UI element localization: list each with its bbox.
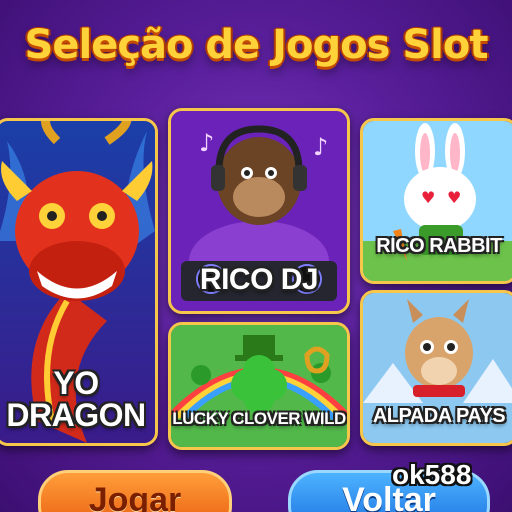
svg-text:♪: ♪ <box>313 133 328 161</box>
svg-text:♪: ♪ <box>199 129 214 157</box>
game-label-line: RICO DJ <box>199 263 319 296</box>
game-card-rico-rabbit[interactable]: ♥ ♥ RICO RABBIT <box>360 118 512 284</box>
game-label: RICO RABBIT <box>363 235 512 258</box>
game-label-line: LUCKY CLOVER WILD <box>172 409 346 428</box>
watermark: ok588 <box>392 459 472 490</box>
game-label: LUCKY CLOVER WILD <box>171 409 347 429</box>
svg-text:♥: ♥ <box>447 188 461 207</box>
game-label: RICO DJ <box>171 263 347 297</box>
game-card-alpada-pays[interactable]: ALPADA PAYS <box>360 290 512 446</box>
game-card-lucky-clover-wild[interactable]: LUCKY CLOVER WILD <box>168 322 350 450</box>
game-label: YO DRAGON <box>0 367 155 431</box>
page-title: Seleção de Jogos Slot <box>24 22 489 68</box>
game-card-rico-dj[interactable]: ♪ ♪ RICO DJ <box>168 108 350 314</box>
game-label: ALPADA PAYS <box>363 405 512 428</box>
game-label-line: DRAGON <box>6 397 146 433</box>
game-card-yo-dragon[interactable]: YO DRAGON <box>0 118 158 446</box>
svg-text:♥: ♥ <box>421 188 435 207</box>
game-label-line: YO <box>53 365 99 401</box>
play-button[interactable]: Jogar <box>38 470 232 512</box>
game-label-line: RICO RABBIT <box>376 235 502 257</box>
slot-selection-screen: Seleção de Jogos Slot YO DRAGON ♪ ♪ RICO… <box>0 0 512 512</box>
game-label-line: ALPADA PAYS <box>372 405 506 427</box>
